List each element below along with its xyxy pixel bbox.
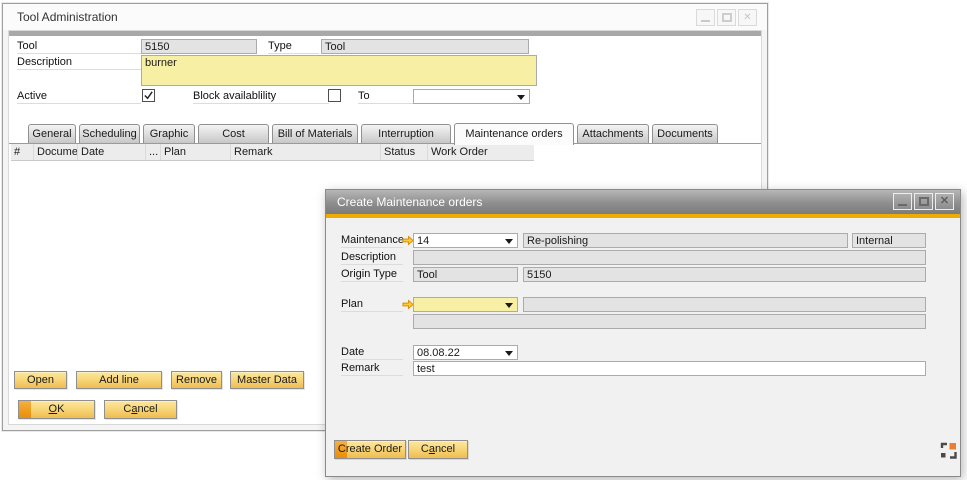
default-button-accent (19, 401, 31, 418)
origin-type-field: Tool (413, 267, 518, 282)
minimize-icon[interactable] (696, 9, 715, 26)
tab-strip: General Scheduling Graphic Cost Bill of … (28, 122, 718, 143)
tab-cost[interactable]: Cost (198, 124, 269, 143)
dialog-title: Create Maintenance orders (337, 195, 482, 209)
tool-field: 5150 (141, 39, 257, 54)
remark-label: Remark (341, 362, 403, 376)
maintenance-type-field: Internal (852, 233, 926, 248)
add-line-button[interactable]: Add line (76, 371, 162, 389)
col-document: Document (34, 144, 78, 160)
block-availability-checkbox[interactable] (328, 89, 341, 102)
close-icon[interactable]: ✕ (738, 9, 757, 26)
active-label: Active (17, 90, 141, 104)
col-status: Status (381, 144, 428, 160)
title-bar: Tool Administration ✕ (3, 4, 767, 30)
tab-attachments[interactable]: Attachments (577, 124, 649, 143)
tab-general[interactable]: General (28, 124, 76, 143)
date-dropdown[interactable]: 08.08.22 (413, 345, 518, 360)
description-field[interactable]: burner (141, 55, 537, 86)
type-label: Type (268, 40, 319, 54)
origin-id-field: 5150 (523, 267, 926, 282)
window-title: Tool Administration (17, 10, 118, 24)
col-work-order: Work Order (428, 144, 534, 160)
toolbar-separator (9, 31, 761, 36)
dialog-description-field (413, 250, 926, 265)
col-link: ... (146, 144, 161, 160)
block-availability-label: Block availablility (193, 90, 329, 104)
cancel-button[interactable]: Cancel (104, 400, 177, 419)
maintenance-dropdown[interactable]: 14 (413, 233, 518, 248)
tab-maintenance-orders[interactable]: Maintenance orders (454, 123, 574, 145)
create-maintenance-orders-dialog: Create Maintenance orders ✕ Maintenance … (325, 189, 961, 477)
col-number: # (11, 144, 34, 160)
description-label: Description (17, 56, 141, 70)
col-remark: Remark (231, 144, 381, 160)
dialog-description-label: Description (341, 251, 403, 265)
maintenance-label: Maintenance (341, 234, 403, 248)
checkmark-icon (143, 90, 154, 101)
create-order-button[interactable]: Create Order (334, 440, 406, 459)
type-field: Tool (321, 39, 529, 54)
tab-scheduling[interactable]: Scheduling (79, 124, 140, 143)
to-dropdown[interactable] (413, 89, 530, 104)
orders-table-header: # Document Date ... Plan Remark Status W… (11, 144, 534, 161)
master-data-button[interactable]: Master Data (230, 371, 304, 389)
resize-grip-icon[interactable] (940, 442, 957, 459)
plan-dropdown[interactable] (413, 297, 518, 312)
to-label: To (358, 90, 413, 104)
ok-button[interactable]: OK (18, 400, 95, 419)
chevron-down-icon (517, 95, 525, 100)
chevron-down-icon (505, 351, 513, 356)
chevron-down-icon (505, 239, 513, 244)
date-label: Date (341, 346, 403, 360)
col-plan: Plan (161, 144, 231, 160)
minimize-icon[interactable] (893, 193, 912, 210)
plan-name-field (523, 297, 926, 312)
plan-detail-field (413, 314, 926, 329)
chevron-down-icon (505, 303, 513, 308)
tool-label: Tool (17, 40, 141, 54)
remove-button[interactable]: Remove (171, 371, 222, 389)
tab-graphic[interactable]: Graphic (143, 124, 195, 143)
maintenance-description-field: Re-polishing (523, 233, 848, 248)
tab-interruption[interactable]: Interruption (361, 124, 451, 143)
col-date: Date (78, 144, 146, 160)
gold-accent-line (326, 214, 960, 218)
active-checkbox[interactable] (142, 89, 155, 102)
maximize-icon[interactable] (717, 9, 736, 26)
open-button[interactable]: Open (14, 371, 67, 389)
dialog-title-bar: Create Maintenance orders ✕ (326, 190, 960, 214)
tab-bill-of-materials[interactable]: Bill of Materials (272, 124, 358, 143)
dialog-cancel-button[interactable]: Cancel (408, 440, 468, 459)
origin-type-label: Origin Type (341, 268, 403, 282)
maximize-icon[interactable] (914, 193, 933, 210)
tab-documents[interactable]: Documents (652, 124, 718, 143)
remark-input[interactable]: test (413, 361, 926, 376)
close-icon[interactable]: ✕ (935, 193, 954, 210)
plan-label: Plan (341, 298, 403, 312)
